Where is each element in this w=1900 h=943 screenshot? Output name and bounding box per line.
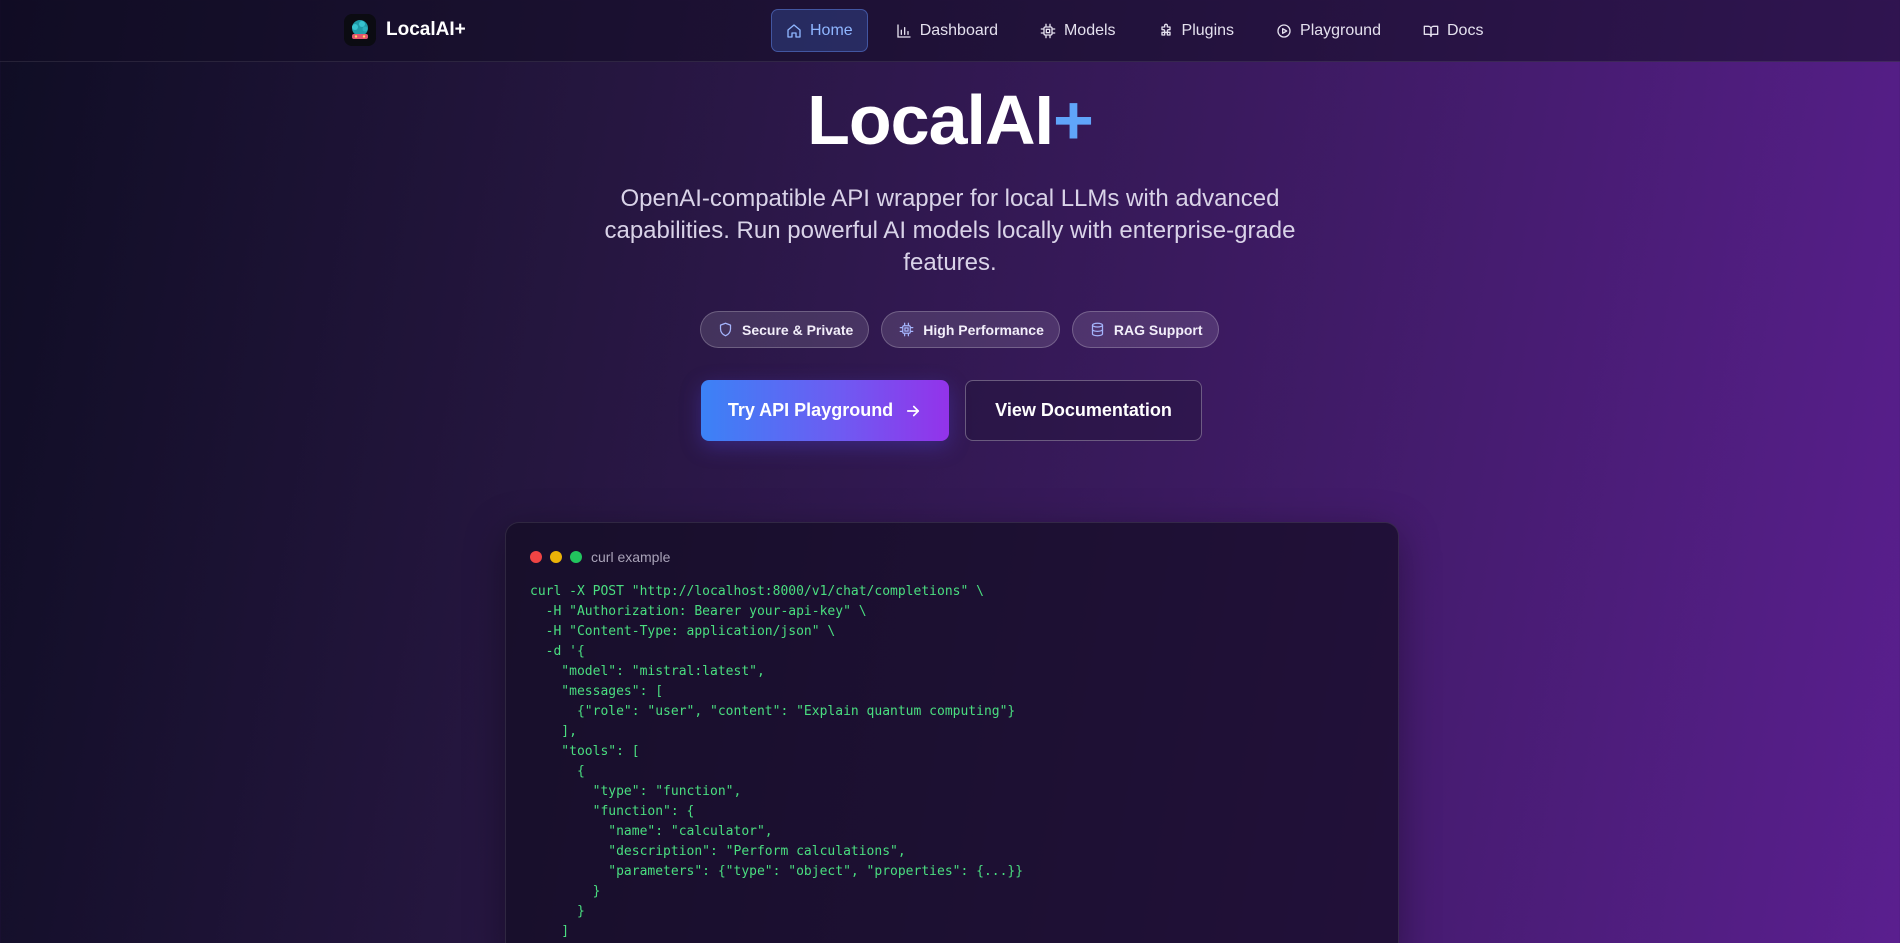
code-line: { [530,764,585,779]
code-example-card: curl example curl -X POST "http://localh… [505,522,1399,943]
main-nav: Home Dashboard Models Plugins Playground… [771,9,1511,52]
nav-item-models[interactable]: Models [1026,9,1130,52]
code-example-label: curl example [591,549,671,565]
nav-item-label: Models [1063,21,1116,39]
window-close-dot [530,551,542,563]
code-line: "parameters": {"type": "object", "proper… [530,864,1024,879]
code-line: -H "Content-Type: application/json" \ [530,624,836,639]
code-line: {"role": "user", "content": "Explain qua… [530,704,1016,719]
code-line: -d '{ [530,644,585,659]
badge-secure-private: Secure & Private [700,311,870,348]
code-line: } [530,904,585,919]
nav-item-home[interactable]: Home [771,9,868,52]
cpu-icon [1040,23,1056,38]
button-label: View Documentation [995,400,1172,420]
brand-name: LocalAI+ [386,19,466,40]
hero-subtitle: OpenAI-compatible API wrapper for local … [604,185,1296,276]
brand[interactable]: LocalAI+ [344,14,466,46]
top-navbar: LocalAI+ Home Dashboard Models Plugins P… [0,0,1900,62]
brand-logo-icon [344,14,376,46]
badge-high-performance: High Performance [881,311,1060,348]
code-window-header: curl example [530,549,670,565]
shield-icon [719,322,732,337]
nav-item-label: Playground [1300,21,1381,39]
hero-title: LocalAI+ [0,78,1900,162]
code-block: curl -X POST "http://localhost:8000/v1/c… [530,582,1370,942]
nav-item-dashboard[interactable]: Dashboard [882,9,1012,52]
code-line: -H "Authorization: Bearer your-api-key" … [530,604,867,619]
code-line: "type": "function", [530,784,742,799]
badge-rag-support: RAG Support [1071,311,1219,348]
play-circle-icon [1277,23,1291,38]
code-line: "messages": [ [530,684,664,699]
puzzle-icon [1160,23,1171,36]
code-line: "function": { [530,804,695,819]
window-maximize-dot [570,551,582,563]
code-line: curl -X POST "http://localhost:8000/v1/c… [530,584,984,599]
arrow-right-icon [907,405,920,416]
code-line: "tools": [ [530,744,640,759]
book-icon [1423,25,1439,37]
code-line: "name": "calculator", [530,824,773,839]
code-line: "model": "mistral:latest", [530,664,765,679]
window-minimize-dot [550,551,562,563]
nav-item-label: Dashboard [919,21,998,39]
nav-item-plugins[interactable]: Plugins [1144,9,1248,52]
database-icon [1091,322,1104,337]
nav-item-label: Docs [1446,21,1484,39]
try-api-playground-button[interactable]: Try API Playground [701,380,949,441]
code-line: ], [530,724,577,739]
hero-title-main: LocalAI [807,81,1054,159]
nav-item-playground[interactable]: Playground [1262,9,1395,52]
view-documentation-button[interactable]: View Documentation [965,380,1202,441]
button-label: Try API Playground [727,400,894,420]
code-line: "description": "Perform calculations", [530,844,906,859]
code-line: ] [530,924,570,939]
home-icon [787,23,801,38]
feature-badges: Secure & Private High Performance RAG Su… [700,311,1219,348]
nav-item-docs[interactable]: Docs [1409,9,1497,52]
bar-chart-icon [897,23,911,38]
code-line: } [530,884,601,899]
hero-actions: Try API Playground View Documentation [701,380,1202,441]
hero-title-plus: + [1052,81,1094,159]
badge-label: RAG Support [1113,321,1203,338]
badge-label: High Performance [923,321,1044,338]
badge-label: Secure & Private [742,321,854,338]
cpu-icon [899,322,914,337]
nav-item-label: Home [810,21,853,39]
nav-item-label: Plugins [1181,21,1235,39]
